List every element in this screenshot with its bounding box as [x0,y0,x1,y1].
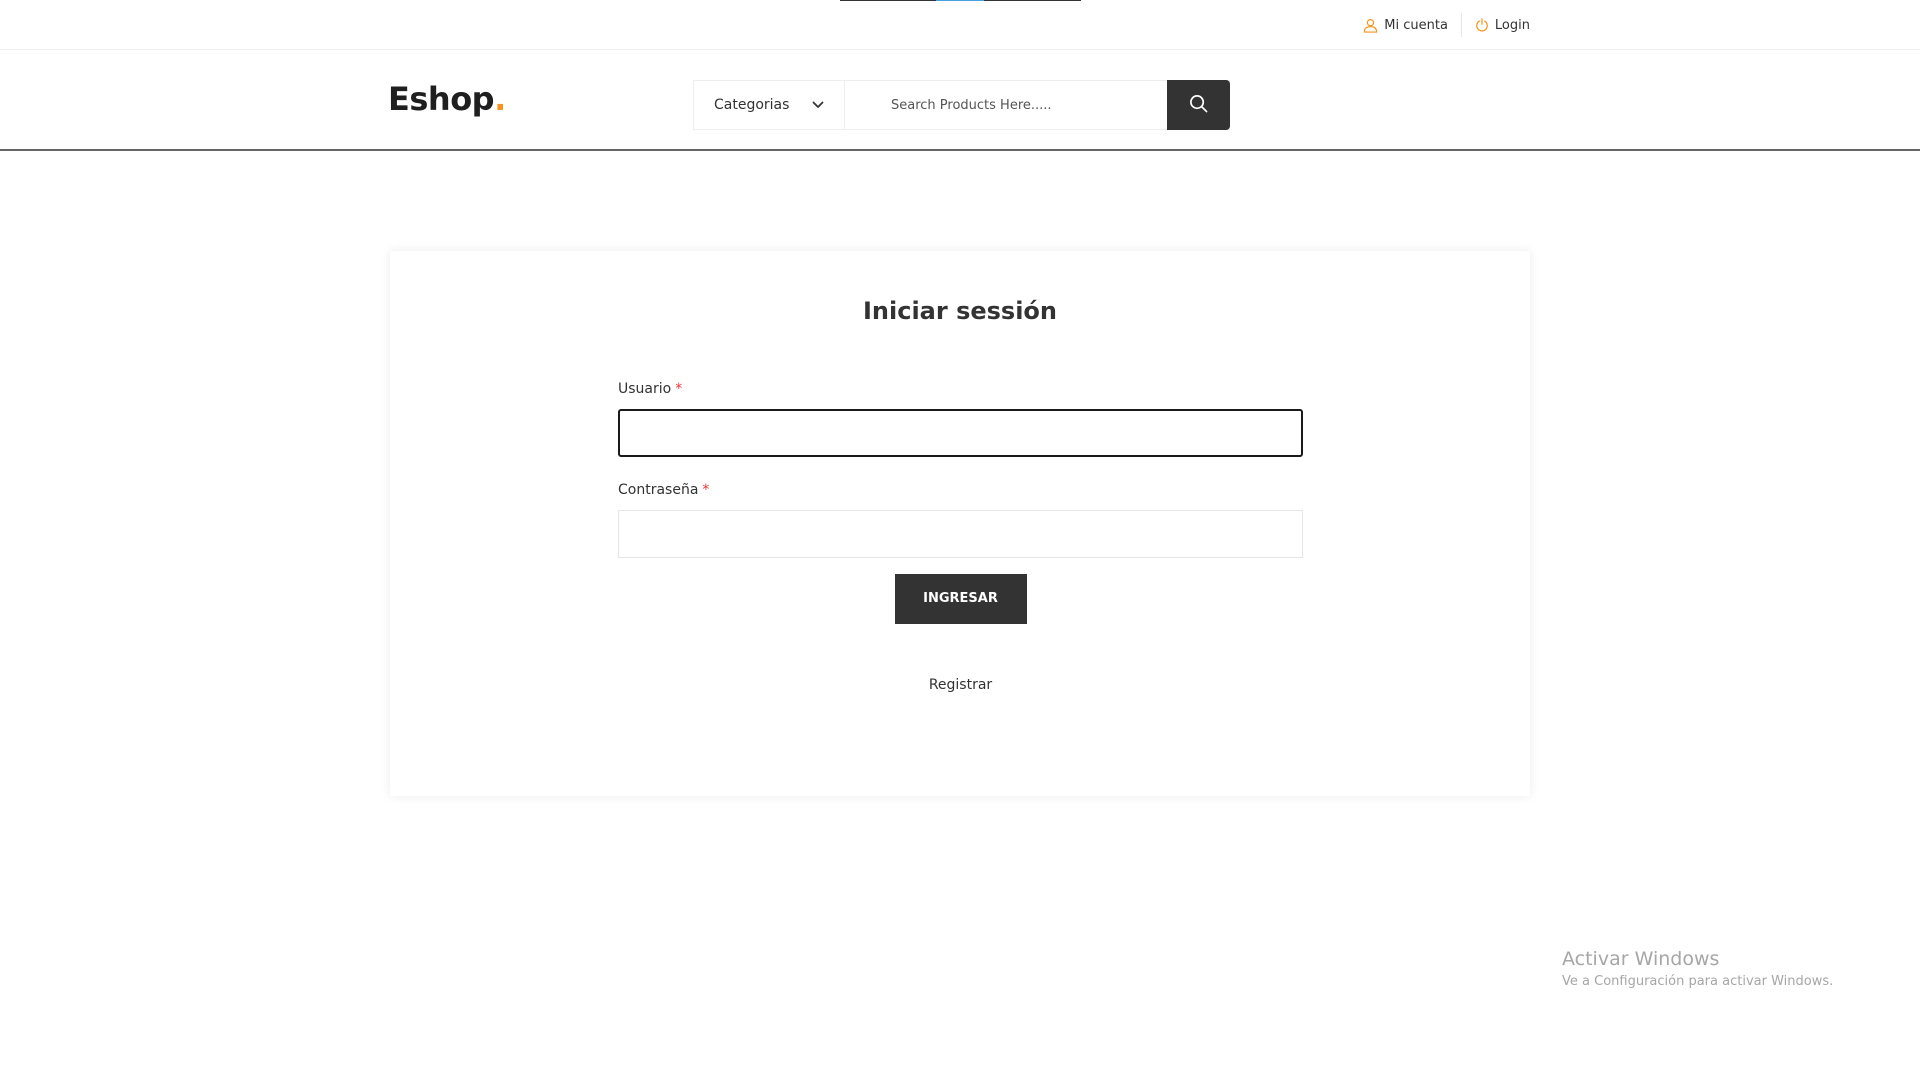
top-bar: Mi cuenta Login [0,0,1920,50]
search-input[interactable] [845,81,1167,129]
my-account-link[interactable]: Mi cuenta [1363,18,1448,33]
login-link[interactable]: Login [1475,18,1530,33]
os-activation-watermark: Activar Windows Ve a Configuración para … [1562,947,1833,991]
top-links: Mi cuenta Login [1363,0,1530,50]
chevron-down-icon [812,97,824,113]
category-select-value: Categorias [714,97,790,113]
password-label-text: Contraseña [618,482,699,498]
logo-text: Eshop [388,80,495,118]
my-account-label: Mi cuenta [1384,17,1448,33]
submit-wrap: INGRESAR [618,574,1303,624]
search-icon [1189,94,1208,117]
divider [1460,13,1462,37]
site-logo[interactable]: Eshop. [388,80,506,118]
login-form: Usuario * Contraseña * INGRESAR Registrar [618,381,1303,693]
watermark-title: Activar Windows [1562,948,1720,970]
username-label-text: Usuario [618,381,672,397]
submit-button[interactable]: INGRESAR [894,574,1027,624]
username-input[interactable] [618,409,1303,457]
password-input[interactable] [618,510,1303,558]
category-select[interactable]: Categorias [694,81,845,129]
search-button[interactable] [1167,80,1230,130]
logo-dot: . [494,80,506,118]
password-label: Contraseña * [618,482,1303,499]
login-card: Iniciar sessión Usuario * Contraseña * ING… [390,251,1530,796]
site-header: Eshop. Categorias [0,50,1920,151]
required-marker: * [675,381,683,397]
watermark-subtitle: Ve a Configuración para activar Windows. [1562,974,1834,989]
loading-bar-progress [936,0,984,1]
required-marker: * [702,482,710,498]
register-link[interactable]: Registrar [618,677,1303,693]
search-bar: Categorias [693,80,1230,130]
login-label: Login [1494,17,1530,33]
power-icon [1475,18,1489,32]
username-label: Usuario * [618,381,1303,398]
user-icon [1363,18,1378,33]
page-title: Iniciar sessión [862,297,1057,325]
